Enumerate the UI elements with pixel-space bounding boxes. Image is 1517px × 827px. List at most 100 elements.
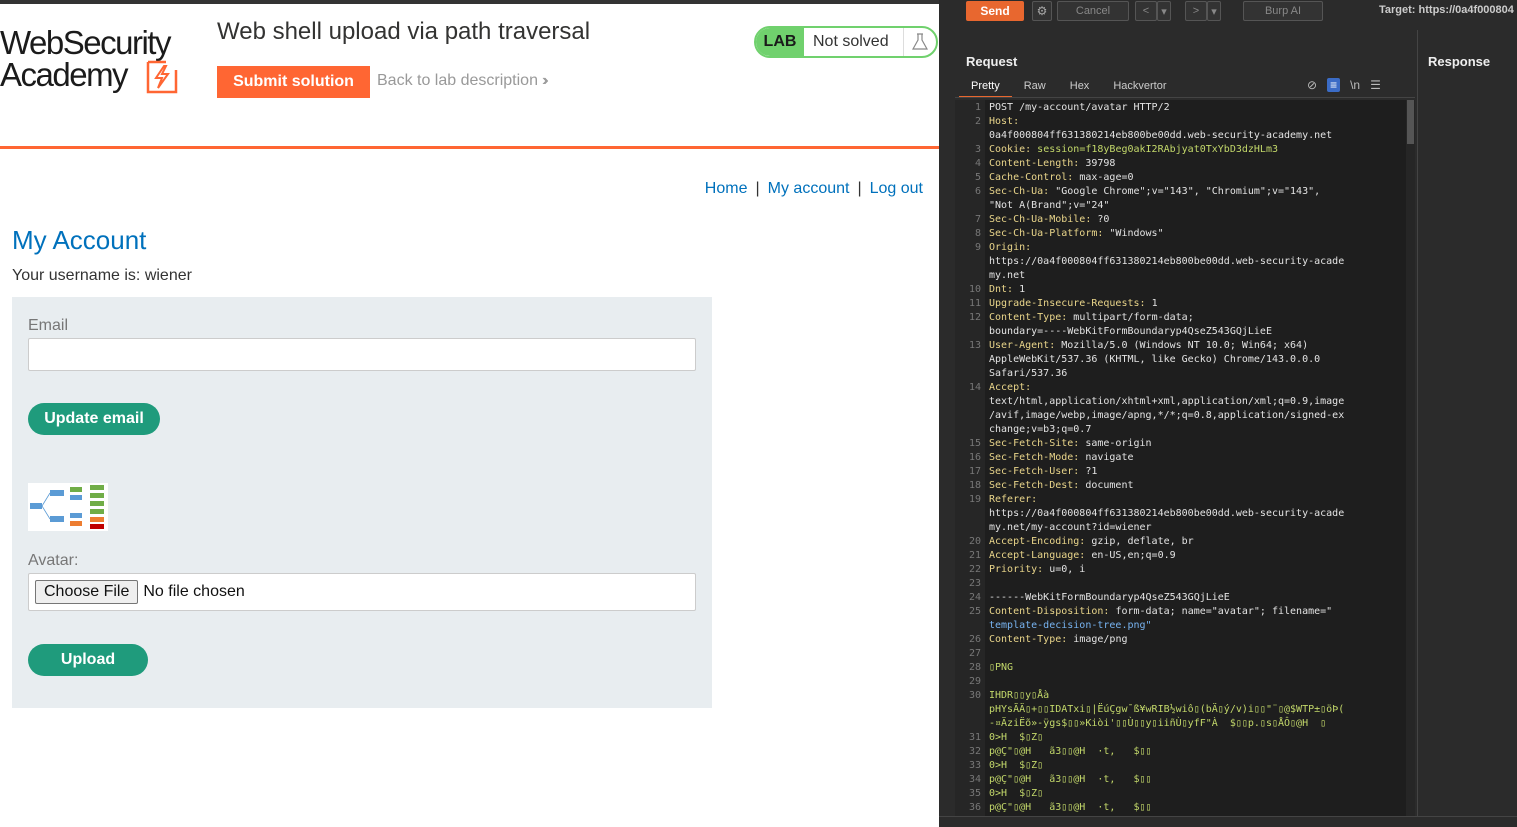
request-line[interactable]: 31 0>H $▯Z▯: [955, 731, 1385, 745]
request-line[interactable]: 23: [955, 577, 1385, 591]
line-number: 32: [968, 746, 981, 757]
request-line[interactable]: 28 ▯PNG: [955, 661, 1385, 675]
line-value: navigate: [1079, 452, 1134, 463]
editor-scrollbar[interactable]: [1406, 100, 1415, 816]
request-line[interactable]: 20 Accept-Encoding: gzip, deflate, br: [955, 535, 1385, 549]
burp-repeater-panel: Send ⚙ Cancel < ▾ > ▾ Burp AI Target: ht…: [939, 0, 1517, 827]
back-icon[interactable]: <: [1135, 1, 1157, 21]
back-to-lab-link[interactable]: Back to lab description ››: [377, 72, 548, 90]
request-line[interactable]: 2 Host:: [955, 115, 1385, 129]
request-line[interactable]: Safari/537.36: [955, 367, 1385, 381]
avatar-file-input[interactable]: Choose File No file chosen: [28, 573, 696, 611]
line-value: en-US,en;q=0.9: [1085, 550, 1176, 561]
request-line[interactable]: 19 Referer:: [955, 493, 1385, 507]
request-line[interactable]: https://0a4f000804ff631380214eb800be00dd…: [955, 507, 1385, 521]
line-value: ?0: [1091, 214, 1110, 225]
request-line[interactable]: 16 Sec-Fetch-Mode: navigate: [955, 451, 1385, 465]
request-line[interactable]: 15 Sec-Fetch-Site: same-origin: [955, 437, 1385, 451]
request-line[interactable]: "Not A(Brand";v="24": [955, 199, 1385, 213]
line-key: Dnt:: [989, 284, 1014, 295]
email-field[interactable]: [28, 338, 696, 371]
chevron-down-icon[interactable]: ▾: [1207, 1, 1221, 21]
request-line[interactable]: 6 Sec-Ch-Ua: "Google Chrome";v="143", "Ch…: [955, 185, 1385, 199]
request-line[interactable]: 11 Upgrade-Insecure-Requests: 1: [955, 297, 1385, 311]
request-line[interactable]: 25 Content-Disposition: form-data; name="…: [955, 605, 1385, 619]
nav-logout-link[interactable]: Log out: [870, 180, 923, 197]
request-line[interactable]: my.net: [955, 269, 1385, 283]
request-line[interactable]: my.net/my-account?id=wiener: [955, 521, 1385, 535]
request-line[interactable]: /avif,image/webp,image/apng,*/*;q=0.8,ap…: [955, 409, 1385, 423]
request-line[interactable]: 1 POST /my-account/avatar HTTP/2: [955, 101, 1385, 115]
request-line[interactable]: 35 0>H $▯Z▯: [955, 787, 1385, 801]
request-line[interactable]: 29: [955, 675, 1385, 689]
tab-hackvertor[interactable]: Hackvertor: [1101, 78, 1178, 98]
logo-line-1: WebSecurity: [0, 24, 171, 61]
send-button[interactable]: Send: [966, 1, 1024, 21]
request-line[interactable]: pHYsÃÄ▯+▯▯IDATxi▯|ËúÇgw¯ß¥wRIB½wiô▯(bÄ▯ý…: [955, 703, 1385, 717]
line-content: Content-Disposition: form-data; name="av…: [989, 605, 1332, 619]
request-line[interactable]: AppleWebKit/537.36 (KHTML, like Gecko) C…: [955, 353, 1385, 367]
request-line[interactable]: change;v=b3;q=0.7: [955, 423, 1385, 437]
request-line[interactable]: https://0a4f000804ff631380214eb800be00dd…: [955, 255, 1385, 269]
request-line[interactable]: 13 User-Agent: Mozilla/5.0 (Windows NT 10…: [955, 339, 1385, 353]
line-content: -¤ÄziËõ»-ÿgs$▯▯»Kiòi'▯▯Ù▯▯y▯iiñÙ▯yfF"À $…: [989, 717, 1326, 731]
tab-pretty[interactable]: Pretty: [959, 78, 1012, 98]
update-email-button[interactable]: Update email: [28, 403, 160, 435]
request-line[interactable]: 12 Content-Type: multipart/form-data;: [955, 311, 1385, 325]
request-line[interactable]: 34 p@Ç"▯@H ã3▯▯@H ·t, $▯▯: [955, 773, 1385, 787]
hide-eye-icon[interactable]: ⊘: [1307, 78, 1317, 92]
request-line[interactable]: 32 p@Ç"▯@H ã3▯▯@H ·t, $▯▯: [955, 745, 1385, 759]
choose-file-button[interactable]: Choose File: [35, 580, 139, 604]
pane-divider[interactable]: [1417, 30, 1418, 827]
request-line[interactable]: 10 Dnt: 1: [955, 283, 1385, 297]
username-text: Your username is: wiener: [12, 267, 192, 284]
wrap-lines-icon[interactable]: ≡: [1327, 78, 1341, 92]
line-content: https://0a4f000804ff631380214eb800be00dd…: [989, 507, 1344, 521]
request-line[interactable]: 5 Cache-Control: max-age=0: [955, 171, 1385, 185]
tab-hex[interactable]: Hex: [1058, 78, 1102, 98]
request-line[interactable]: boundary=----WebKitFormBoundaryp4QseZ543…: [955, 325, 1385, 339]
newline-toggle-icon[interactable]: \n: [1350, 78, 1360, 92]
request-line[interactable]: template-decision-tree.png": [955, 619, 1385, 633]
request-line[interactable]: 30 IHDR▯▯y▯Åà: [955, 689, 1385, 703]
request-line[interactable]: 27: [955, 647, 1385, 661]
request-line[interactable]: 8 Sec-Ch-Ua-Platform: "Windows": [955, 227, 1385, 241]
request-line[interactable]: 7 Sec-Ch-Ua-Mobile: ?0: [955, 213, 1385, 227]
forward-icon[interactable]: >: [1185, 1, 1207, 21]
gear-icon[interactable]: ⚙: [1032, 1, 1052, 21]
request-line[interactable]: 21 Accept-Language: en-US,en;q=0.9: [955, 549, 1385, 563]
tab-raw[interactable]: Raw: [1012, 78, 1058, 98]
line-key: my.net: [989, 270, 1026, 281]
nav-my-account-link[interactable]: My account: [768, 180, 850, 197]
request-line[interactable]: -¤ÄziËõ»-ÿgs$▯▯»Kiòi'▯▯Ù▯▯y▯iiñÙ▯yfF"À $…: [955, 717, 1385, 731]
cancel-button[interactable]: Cancel: [1057, 1, 1129, 21]
request-line[interactable]: 4 Content-Length: 39798: [955, 157, 1385, 171]
request-line[interactable]: 22 Priority: u=0, i: [955, 563, 1385, 577]
request-line[interactable]: 0a4f000804ff631380214eb800be00dd.web-sec…: [955, 129, 1385, 143]
nav-home-link[interactable]: Home: [705, 180, 748, 197]
line-content: text/html,application/xhtml+xml,applicat…: [989, 395, 1344, 409]
request-line[interactable]: 33 0>H $▯Z▯: [955, 759, 1385, 773]
upload-button[interactable]: Upload: [28, 644, 148, 676]
menu-icon[interactable]: ☰: [1370, 78, 1381, 92]
chevron-down-icon[interactable]: ▾: [1157, 1, 1171, 21]
websecurity-academy-logo[interactable]: WebSecurity Academy: [0, 26, 200, 100]
request-line[interactable]: 14 Accept:: [955, 381, 1385, 395]
request-line[interactable]: text/html,application/xhtml+xml,applicat…: [955, 395, 1385, 409]
request-line[interactable]: 24 ------WebKitFormBoundaryp4QseZ543GQjLi…: [955, 591, 1385, 605]
avatar-label: Avatar:: [28, 552, 79, 569]
request-line[interactable]: 9 Origin:: [955, 241, 1385, 255]
request-editor[interactable]: 1 POST /my-account/avatar HTTP/2 2 Host: 0a4…: [955, 100, 1415, 816]
request-line[interactable]: 18 Sec-Fetch-Dest: document: [955, 479, 1385, 493]
line-content: Safari/537.36: [989, 367, 1067, 381]
request-line[interactable]: 17 Sec-Fetch-User: ?1: [955, 465, 1385, 479]
scrollbar-thumb[interactable]: [1407, 100, 1414, 144]
submit-solution-button[interactable]: Submit solution: [217, 66, 370, 98]
request-line[interactable]: 3 Cookie: session=f18yBeg0akI2RAbjyat0TxY…: [955, 143, 1385, 157]
request-line[interactable]: 26 Content-Type: image/png: [955, 633, 1385, 647]
line-number: 7: [974, 214, 981, 225]
target-url[interactable]: Target: https://0a4f000804: [1379, 4, 1514, 16]
line-content: IHDR▯▯y▯Åà: [989, 689, 1049, 703]
request-line[interactable]: 36 p@Ç"▯@H ã3▯▯@H ·t, $▯▯: [955, 801, 1385, 815]
burp-ai-button[interactable]: Burp AI: [1243, 1, 1323, 21]
